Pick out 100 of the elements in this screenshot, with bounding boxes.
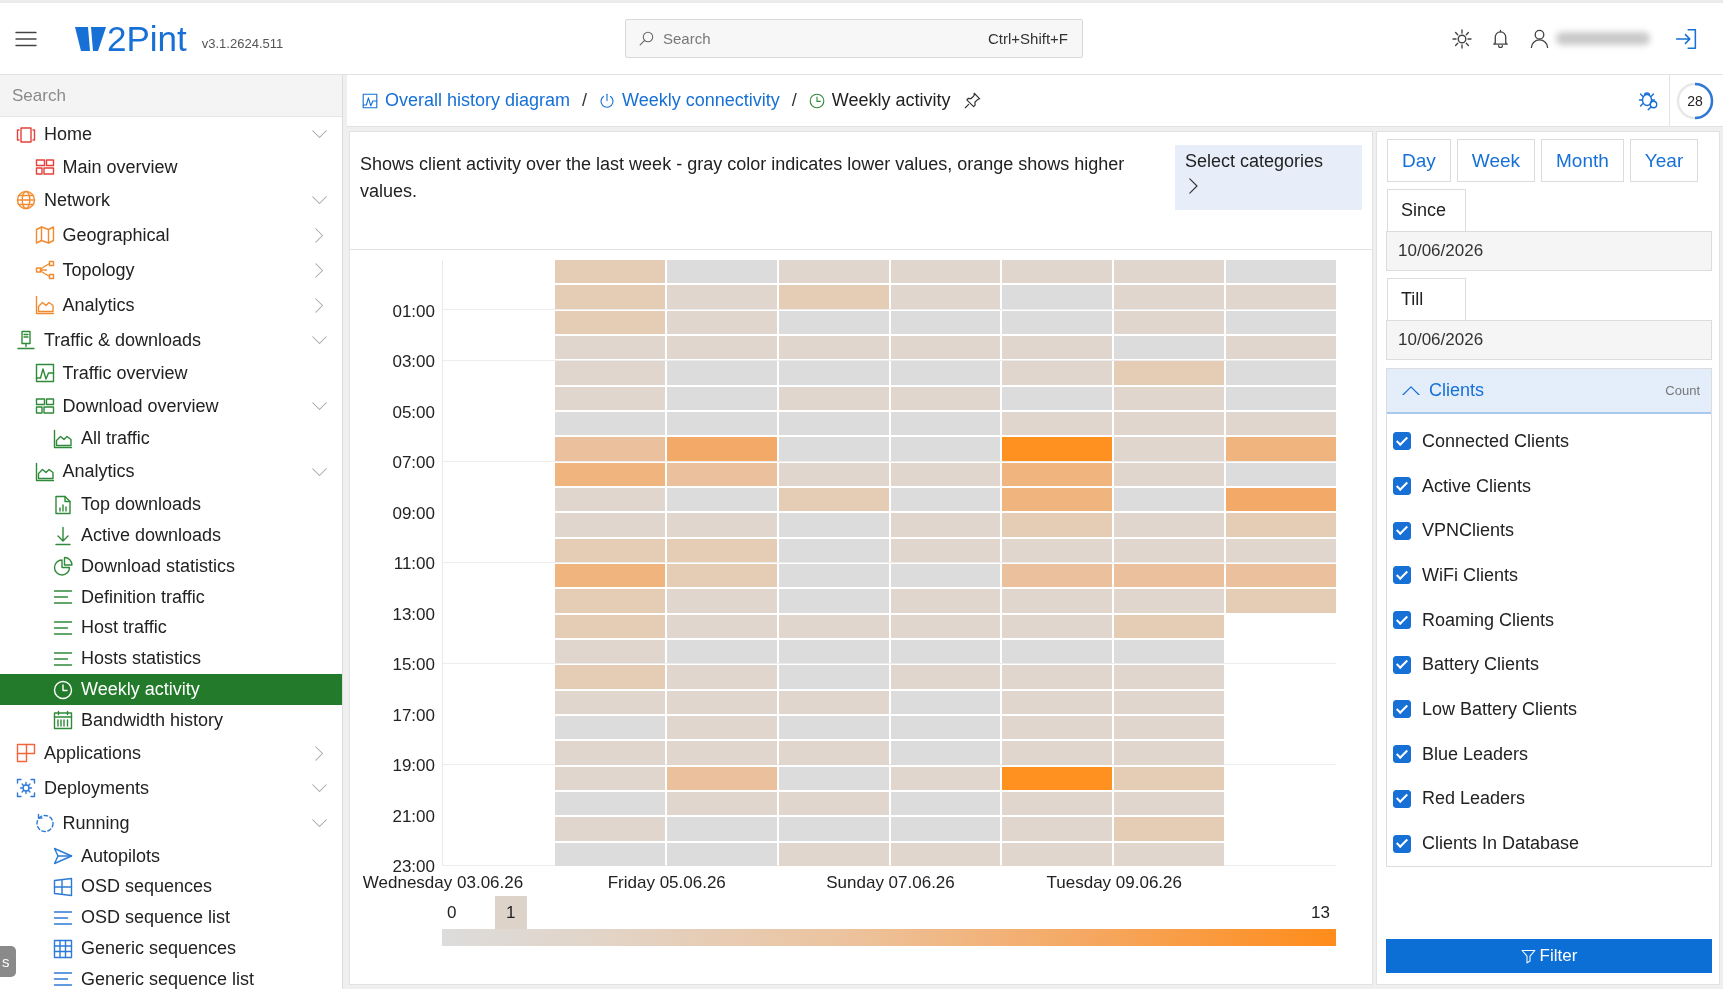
axis-label: 15:00 bbox=[392, 655, 435, 673]
axis-label: 07:00 bbox=[392, 453, 435, 471]
axis-label: 13:00 bbox=[392, 605, 435, 622]
checkbox[interactable] bbox=[1393, 789, 1411, 808]
version-label: v3.1.2624.511 bbox=[201, 36, 284, 51]
range-button[interactable]: Week bbox=[1456, 139, 1536, 182]
nav-item[interactable]: OSD sequences bbox=[16, 871, 342, 903]
range-button[interactable]: Month bbox=[1541, 139, 1624, 182]
nav-item[interactable]: Active downloads bbox=[16, 520, 342, 551]
axis-label: 19:00 bbox=[392, 756, 435, 774]
breadcrumb-link[interactable]: Overall history diagram bbox=[385, 90, 571, 111]
range-button[interactable]: Day bbox=[1387, 139, 1451, 182]
clock-icon bbox=[808, 92, 825, 109]
axis-label: 11:00 bbox=[393, 554, 435, 572]
pin-icon[interactable] bbox=[963, 92, 981, 109]
list-icon bbox=[53, 969, 73, 989]
checkbox-label: Red Leaders bbox=[1422, 788, 1526, 810]
date-field[interactable]: 10/06/2026 bbox=[1386, 320, 1712, 360]
nav-item[interactable]: Weekly activity bbox=[0, 674, 342, 705]
checkbox-label: Low Battery Clients bbox=[1422, 698, 1578, 720]
power-icon bbox=[599, 92, 616, 109]
checkbox-label: Blue Leaders bbox=[1422, 743, 1529, 765]
nav-item[interactable]: Traffic overview bbox=[16, 357, 342, 389]
nav-item[interactable]: OSD sequence list bbox=[16, 902, 342, 934]
nav-item[interactable]: Download overview bbox=[16, 388, 342, 424]
dashboard-icon bbox=[34, 157, 55, 178]
refresh-timer[interactable]: 28 bbox=[1676, 81, 1714, 120]
nav-item[interactable]: Topology bbox=[16, 252, 342, 288]
nav-item[interactable]: Traffic & downloads bbox=[16, 322, 342, 358]
gear-icon bbox=[16, 778, 36, 799]
checkbox[interactable] bbox=[1393, 611, 1411, 630]
filter-button[interactable]: Filter bbox=[1386, 939, 1712, 973]
legend-marker: 1 bbox=[494, 896, 527, 929]
nav-item[interactable]: Autopilots bbox=[16, 840, 342, 872]
checkbox[interactable] bbox=[1393, 521, 1411, 540]
menu-icon[interactable] bbox=[15, 30, 37, 47]
checkbox[interactable] bbox=[1393, 834, 1411, 853]
breadcrumb-link[interactable]: Weekly connectivity bbox=[622, 90, 780, 111]
search-field[interactable]: Search bbox=[0, 75, 342, 117]
checkbox-label: WiFi Clients bbox=[1422, 564, 1518, 586]
calendar-icon bbox=[53, 710, 73, 731]
bell-icon[interactable] bbox=[1491, 29, 1510, 48]
checkbox[interactable] bbox=[1393, 655, 1411, 674]
report-icon bbox=[53, 494, 73, 515]
nav-item[interactable]: Bandwidth history bbox=[16, 704, 342, 736]
window-grid-icon bbox=[53, 876, 73, 897]
nav-item[interactable]: Generic sequence list bbox=[16, 963, 342, 989]
checkbox-label: Battery Clients bbox=[1422, 654, 1540, 676]
bug-search-icon[interactable] bbox=[1638, 89, 1660, 112]
legend-label: 0 bbox=[447, 902, 457, 923]
checkbox[interactable] bbox=[1393, 432, 1411, 451]
section-header[interactable]: Clients Count bbox=[1387, 369, 1711, 414]
axis-label: 05:00 bbox=[392, 403, 435, 420]
axis-label: 21:00 bbox=[392, 807, 435, 824]
checkbox-label: Active Clients bbox=[1422, 475, 1532, 497]
sun-icon[interactable] bbox=[1452, 28, 1472, 49]
grid-icon bbox=[53, 938, 73, 959]
range-button[interactable]: Year bbox=[1629, 139, 1699, 182]
select-categories-button[interactable]: Select categories bbox=[1175, 145, 1362, 210]
nav-item[interactable]: Download statistics bbox=[16, 551, 342, 582]
nav-item[interactable]: Analytics bbox=[16, 454, 342, 490]
filter-icon bbox=[1520, 948, 1536, 964]
axis-label: 17:00 bbox=[392, 706, 435, 723]
download-icon bbox=[53, 525, 73, 546]
nav-item[interactable]: Generic sequences bbox=[16, 933, 342, 964]
clock-icon bbox=[53, 679, 73, 700]
checkbox-label: VPNClients bbox=[1422, 520, 1515, 542]
chevron-right-icon bbox=[1189, 178, 1198, 194]
checkbox[interactable] bbox=[1393, 745, 1411, 764]
nav-item[interactable]: Hosts statistics bbox=[16, 643, 342, 675]
nav-item[interactable]: Applications bbox=[16, 735, 342, 771]
logout-icon[interactable] bbox=[1675, 27, 1697, 50]
axis-label: 03:00 bbox=[392, 352, 435, 370]
nav-item[interactable]: Deployments bbox=[16, 770, 342, 806]
user-icon[interactable] bbox=[1530, 29, 1549, 48]
pie-chart-icon bbox=[53, 556, 73, 577]
nav-item[interactable]: All traffic bbox=[16, 423, 342, 455]
nav-item[interactable]: Running bbox=[16, 805, 342, 841]
logo-text: 2Pint bbox=[107, 18, 187, 59]
server-icon bbox=[16, 330, 36, 351]
date-field[interactable]: 10/06/2026 bbox=[1386, 231, 1712, 271]
breadcrumb-separator: / bbox=[791, 90, 797, 111]
spinner-icon bbox=[34, 813, 55, 834]
nav-item[interactable]: Analytics bbox=[16, 287, 342, 323]
nav-item[interactable]: Definition traffic bbox=[16, 581, 342, 613]
checkbox[interactable] bbox=[1393, 477, 1411, 496]
nav-item[interactable]: Top downloads bbox=[16, 489, 342, 521]
nav-item[interactable]: Main overview bbox=[16, 152, 342, 183]
nav-item[interactable]: Network bbox=[16, 182, 342, 218]
nav-item[interactable]: Geographical bbox=[16, 217, 342, 253]
checkbox-label: Connected Clients bbox=[1422, 430, 1570, 452]
area-chart-icon bbox=[34, 461, 55, 482]
nav-item[interactable]: Home bbox=[16, 117, 342, 152]
nav-item[interactable]: Host traffic bbox=[16, 612, 342, 644]
dashboard-icon bbox=[34, 396, 55, 417]
breadcrumb-separator: / bbox=[582, 90, 588, 111]
search-icon bbox=[639, 31, 654, 46]
checkbox-label: Clients In Database bbox=[1422, 833, 1580, 855]
checkbox[interactable] bbox=[1393, 566, 1411, 585]
checkbox[interactable] bbox=[1393, 700, 1411, 719]
